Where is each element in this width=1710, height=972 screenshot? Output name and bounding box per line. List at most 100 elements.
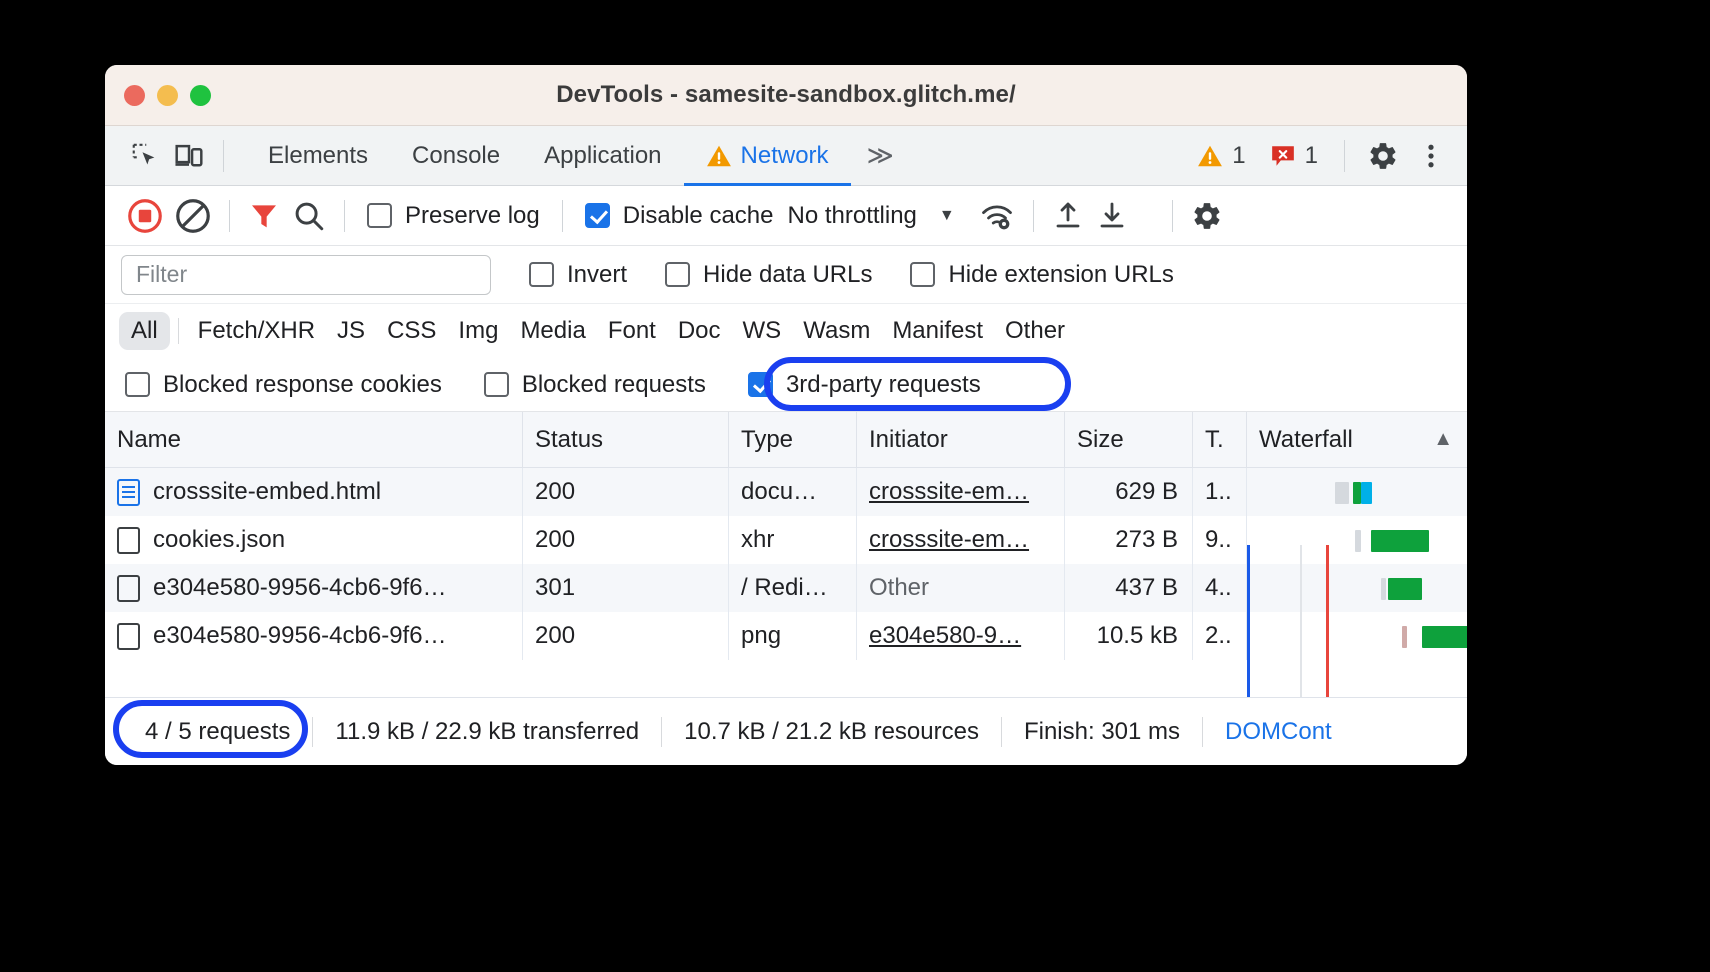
column-header-type[interactable]: Type: [729, 411, 857, 468]
more-tabs-icon[interactable]: ≫: [851, 140, 908, 171]
screenshot-stage: DevTools - samesite-sandbox.glitch.me/ E…: [0, 0, 1710, 972]
preserve-log-checkbox[interactable]: Preserve log: [357, 202, 550, 230]
filter-input[interactable]: Filter: [121, 254, 491, 295]
device-toolbar-icon[interactable]: [167, 134, 211, 178]
table-row[interactable]: e304e580-9956-4cb6-9f6… 301 / Redi… Othe…: [105, 564, 1467, 612]
hide-extension-urls-checkbox[interactable]: Hide extension URLs: [900, 261, 1183, 289]
type-filter-other[interactable]: Other: [994, 312, 1076, 350]
export-har-icon[interactable]: [1090, 194, 1134, 238]
cell-size: 273 B: [1065, 516, 1193, 564]
cell-time: 9..: [1193, 516, 1247, 564]
gear-icon[interactable]: [1361, 134, 1405, 178]
toolbar-divider-3: [561, 199, 563, 232]
type-filter-media[interactable]: Media: [509, 312, 596, 350]
waterfall-bar-download: [1353, 482, 1361, 504]
status-transferred: 11.9 kB / 22.9 kB transferred: [335, 717, 640, 745]
close-window-button[interactable]: [124, 84, 145, 106]
hide-extension-urls-checkbox-box: [910, 262, 936, 287]
blocked-response-cookies-label: Blocked response cookies: [163, 370, 442, 398]
clear-network-log-icon[interactable]: [169, 194, 217, 238]
cell-time: 4..: [1193, 564, 1247, 612]
initiator-link[interactable]: e304e580-9…: [869, 622, 1021, 650]
invert-checkbox-box: [529, 262, 554, 287]
tab-application[interactable]: Application: [522, 126, 683, 186]
type-filter-img[interactable]: Img: [447, 312, 509, 350]
search-icon[interactable]: [286, 194, 332, 238]
invert-label: Invert: [567, 260, 628, 288]
cell-type: png: [729, 612, 857, 660]
column-header-name[interactable]: Name: [105, 411, 523, 468]
cell-status: 200: [523, 612, 729, 660]
initiator-link[interactable]: crosssite-em…: [869, 478, 1029, 506]
network-settings-gear-icon[interactable]: [1185, 194, 1229, 238]
traffic-light-buttons: [124, 84, 211, 106]
type-filter-divider: [177, 318, 179, 344]
filter-row: Filter Invert Hide data URLs Hide extens…: [105, 246, 1467, 304]
table-row[interactable]: e304e580-9956-4cb6-9f6… 200 png e304e580…: [105, 612, 1467, 660]
blocked-response-cookies-checkbox[interactable]: Blocked response cookies: [125, 371, 452, 399]
type-filter-doc[interactable]: Doc: [667, 312, 732, 350]
cell-name-label: cookies.json: [153, 526, 286, 553]
warning-count-button[interactable]: 1: [1187, 142, 1255, 170]
network-conditions-icon[interactable]: [973, 194, 1021, 238]
initiator-link[interactable]: crosssite-em…: [869, 526, 1029, 554]
filter-icon[interactable]: [242, 194, 286, 238]
cell-name: crosssite-embed.html: [105, 468, 523, 516]
waterfall-bar-stalled: [1355, 530, 1361, 552]
cell-waterfall: [1247, 516, 1467, 564]
status-requests-count: 4 / 5 requests: [145, 717, 291, 745]
inspect-element-icon[interactable]: [123, 134, 167, 178]
disable-cache-checkbox[interactable]: Disable cache: [575, 202, 784, 230]
preserve-log-label: Preserve log: [405, 201, 540, 229]
third-party-requests-checkbox[interactable]: 3rd-party requests: [738, 371, 991, 399]
cell-name-label: crosssite-embed.html: [153, 478, 382, 505]
hide-data-urls-checkbox[interactable]: Hide data URLs: [655, 261, 882, 289]
third-party-requests-checkbox-box: [747, 372, 773, 397]
tab-network[interactable]: Network: [683, 126, 851, 186]
tabstrip-right-controls: 1 1: [1187, 134, 1467, 178]
devtools-tabstrip: Elements Console Application Network ≫ 1…: [105, 126, 1467, 186]
type-filter-font[interactable]: Font: [597, 312, 667, 350]
third-party-requests-label: 3rd-party requests: [785, 370, 981, 398]
waterfall-bar-download: [1422, 626, 1467, 648]
import-har-icon[interactable]: [1046, 194, 1090, 238]
waterfall-bar-stalled: [1402, 626, 1407, 648]
minimize-window-button[interactable]: [157, 84, 178, 106]
table-row[interactable]: cookies.json 200 xhr crosssite-em… 273 B…: [105, 516, 1467, 564]
type-filter-manifest[interactable]: Manifest: [881, 312, 994, 350]
column-header-status[interactable]: Status: [523, 411, 729, 468]
column-header-time[interactable]: T.: [1193, 411, 1247, 468]
column-header-size[interactable]: Size: [1065, 411, 1193, 468]
type-filter-ws[interactable]: WS: [732, 312, 793, 350]
warning-triangle-icon: [1197, 144, 1223, 168]
column-header-initiator[interactable]: Initiator: [857, 411, 1065, 468]
type-filter-js[interactable]: JS: [326, 312, 376, 350]
cell-time: 1..: [1193, 468, 1247, 516]
cell-initiator[interactable]: e304e580-9…: [857, 612, 1065, 660]
chevron-down-icon[interactable]: ▼: [921, 207, 973, 225]
type-filter-fetch-xhr[interactable]: Fetch/XHR: [187, 312, 326, 350]
type-filter-css[interactable]: CSS: [376, 312, 447, 350]
more-options-icon[interactable]: [1409, 134, 1453, 178]
cell-status: 200: [523, 516, 729, 564]
zoom-window-button[interactable]: [190, 84, 211, 106]
type-filter-wasm[interactable]: Wasm: [792, 312, 881, 350]
table-row[interactable]: crosssite-embed.html 200 docu… crosssite…: [105, 468, 1467, 516]
waterfall-bar-stalled: [1335, 482, 1349, 504]
cell-initiator[interactable]: crosssite-em…: [857, 468, 1065, 516]
record-network-log-button[interactable]: [121, 194, 169, 238]
waterfall-bar-download: [1388, 578, 1422, 600]
error-count-button[interactable]: 1: [1260, 142, 1328, 170]
tab-console[interactable]: Console: [390, 126, 522, 186]
type-filter-all[interactable]: All: [119, 312, 170, 350]
devtools-window: DevTools - samesite-sandbox.glitch.me/ E…: [105, 65, 1467, 765]
warning-count-label: 1: [1232, 141, 1246, 169]
blocked-requests-checkbox[interactable]: Blocked requests: [474, 371, 716, 399]
cell-initiator[interactable]: crosssite-em…: [857, 516, 1065, 564]
invert-checkbox[interactable]: Invert: [519, 261, 637, 289]
throttling-select[interactable]: No throttling: [783, 202, 920, 230]
window-titlebar: DevTools - samesite-sandbox.glitch.me/: [105, 65, 1467, 126]
tab-application-label: Application: [544, 141, 662, 169]
tab-elements[interactable]: Elements: [246, 126, 390, 186]
column-header-waterfall[interactable]: Waterfall ▲: [1247, 412, 1467, 468]
